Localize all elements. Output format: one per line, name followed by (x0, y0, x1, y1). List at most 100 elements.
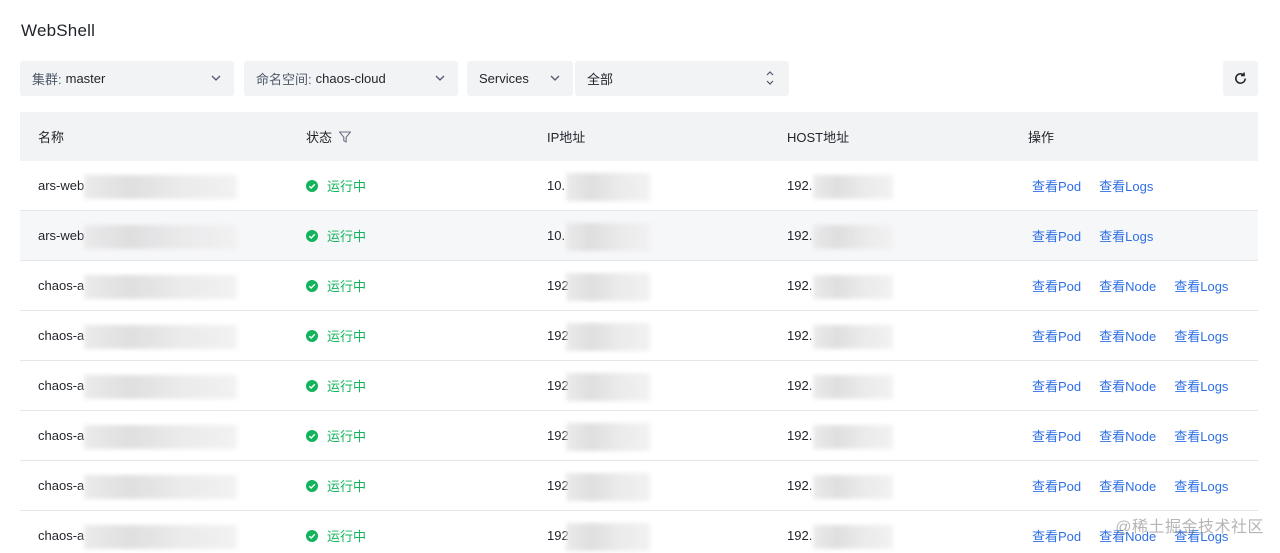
namespace-select-label: 命名空间: (256, 72, 312, 87)
status-text: 运行中 (327, 379, 367, 394)
redacted-host (813, 375, 893, 399)
link-view-logs[interactable]: 查看Logs (1174, 426, 1228, 445)
table-row: ars-web 运行中 10. 192. 查看Pod 查看Logs (20, 211, 1258, 261)
page-title: WebShell (21, 21, 96, 40)
link-view-pod[interactable]: 查看Pod (1032, 526, 1081, 545)
status-cell: 运行中 (306, 176, 366, 195)
column-header-actions: 操作 (1028, 130, 1055, 145)
cluster-select[interactable]: 集群: master (20, 61, 234, 96)
link-view-pod[interactable]: 查看Pod (1032, 276, 1081, 295)
redacted-host (813, 325, 893, 349)
service-name: chaos-a (38, 378, 85, 393)
actions-cell: 查看Pod 查看Logs (1032, 226, 1171, 245)
redacted-ip (566, 473, 650, 501)
redacted-host (813, 175, 893, 199)
redacted-name (84, 375, 237, 399)
link-view-node[interactable]: 查看Node (1099, 326, 1156, 345)
actions-cell: 查看Pod 查看Logs (1032, 176, 1171, 195)
redacted-host (813, 475, 893, 499)
link-view-logs[interactable]: 查看Logs (1099, 176, 1153, 195)
column-header-status-label: 状态 (306, 130, 333, 145)
status-text: 运行中 (327, 329, 367, 344)
link-view-pod[interactable]: 查看Pod (1032, 476, 1081, 495)
link-view-node[interactable]: 查看Node (1099, 376, 1156, 395)
status-text: 运行中 (327, 429, 367, 444)
check-circle-icon (306, 529, 318, 542)
status-text: 运行中 (327, 479, 367, 494)
status-text: 运行中 (327, 529, 367, 544)
column-header-name: 名称 (38, 130, 65, 145)
column-header-host: HOST地址 (787, 130, 850, 145)
check-circle-icon (306, 329, 318, 342)
link-view-logs[interactable]: 查看Logs (1174, 376, 1228, 395)
check-circle-icon (306, 229, 318, 242)
redacted-host (813, 425, 893, 449)
namespace-select[interactable]: 命名空间: chaos-cloud (244, 61, 458, 96)
link-view-pod[interactable]: 查看Pod (1032, 226, 1081, 245)
host-address: 192. (787, 178, 813, 193)
filter-icon[interactable] (338, 130, 352, 144)
redacted-name (84, 175, 237, 199)
link-view-node[interactable]: 查看Node (1099, 476, 1156, 495)
chevron-down-icon (550, 75, 560, 81)
status-cell: 运行中 (306, 426, 366, 445)
table-row: chaos-a 运行中 192 192. 查看Pod 查看Node 查看Logs (20, 311, 1258, 361)
scope-select-value: 全部 (587, 72, 614, 87)
redacted-name (84, 425, 237, 449)
redacted-name (84, 275, 237, 299)
host-address: 192. (787, 478, 813, 493)
resource-type-select[interactable]: Services (467, 61, 573, 96)
status-text: 运行中 (327, 179, 367, 194)
link-view-node[interactable]: 查看Node (1099, 276, 1156, 295)
redacted-name (84, 225, 237, 249)
cluster-select-label: 集群: (32, 72, 62, 87)
link-view-pod[interactable]: 查看Pod (1032, 326, 1081, 345)
table-row: chaos-a 运行中 192 192. 查看Pod 查看Node 查看Logs (20, 411, 1258, 461)
host-address: 192. (787, 528, 813, 543)
link-view-logs[interactable]: 查看Logs (1174, 476, 1228, 495)
status-text: 运行中 (327, 229, 367, 244)
service-name: chaos-a (38, 328, 85, 343)
scope-select[interactable]: 全部 (575, 61, 789, 96)
check-circle-icon (306, 429, 318, 442)
service-name: chaos-a (38, 278, 85, 293)
table-row: chaos-a 运行中 192 192. 查看Pod 查看Node 查看Logs (20, 361, 1258, 411)
filter-toolbar: 集群: master 命名空间: chaos-cloud Services 全部 (20, 61, 1258, 96)
link-view-logs[interactable]: 查看Logs (1174, 326, 1228, 345)
service-name: ars-web (38, 228, 85, 243)
host-address: 192. (787, 278, 813, 293)
chevron-down-icon (211, 75, 221, 81)
link-view-logs[interactable]: 查看Logs (1099, 226, 1153, 245)
host-address: 192. (787, 228, 813, 243)
host-address: 192. (787, 328, 813, 343)
redacted-ip (566, 273, 650, 301)
link-view-logs[interactable]: 查看Logs (1174, 276, 1228, 295)
chevron-down-icon (435, 75, 445, 81)
link-view-pod[interactable]: 查看Pod (1032, 376, 1081, 395)
table-row: chaos-a 运行中 192 192. 查看Pod 查看Node 查看Logs (20, 461, 1258, 511)
table-row: chaos-a 运行中 192 192. 查看Pod 查看Node 查看Logs (20, 261, 1258, 311)
actions-cell: 查看Pod 查看Node 查看Logs (1032, 276, 1246, 295)
link-view-pod[interactable]: 查看Pod (1032, 426, 1081, 445)
check-circle-icon (306, 479, 318, 492)
refresh-button[interactable] (1223, 61, 1258, 96)
service-name: chaos-a (38, 428, 85, 443)
redacted-ip (566, 423, 650, 451)
ip-address: 10. (547, 228, 566, 243)
status-cell: 运行中 (306, 476, 366, 495)
status-cell: 运行中 (306, 226, 366, 245)
check-circle-icon (306, 379, 318, 392)
table-body: ars-web 运行中 10. 192. 查看Pod 查看Logs ars-web 运行中 10… (20, 161, 1258, 553)
redacted-name (84, 475, 237, 499)
status-cell: 运行中 (306, 276, 366, 295)
column-header-status: 状态 (306, 127, 352, 146)
status-cell: 运行中 (306, 526, 366, 545)
link-view-node[interactable]: 查看Node (1099, 426, 1156, 445)
status-cell: 运行中 (306, 376, 366, 395)
redacted-ip (566, 323, 650, 351)
ip-address: 10. (547, 178, 566, 193)
link-view-pod[interactable]: 查看Pod (1032, 176, 1081, 195)
redacted-name (84, 525, 237, 549)
redacted-ip (566, 373, 650, 401)
cluster-select-value: master (65, 71, 106, 86)
